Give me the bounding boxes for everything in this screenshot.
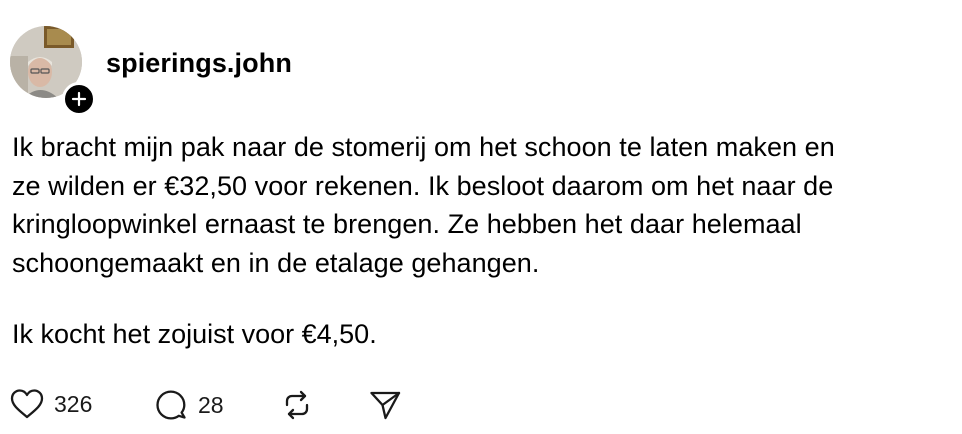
thread-post: spierings.john Ik bracht mijn pak naar d… (0, 0, 962, 434)
repost-icon (285, 390, 309, 420)
post-header: spierings.john (10, 24, 292, 116)
like-count: 326 (54, 390, 93, 417)
body-line: kringloopwinkel ernaast te brengen. Ze h… (12, 209, 802, 239)
post-body-second-paragraph: Ik kocht het zojuist voor €4,50. (12, 319, 377, 349)
avatar-container[interactable] (10, 26, 96, 116)
send-icon (370, 391, 401, 420)
repost-button[interactable] (280, 388, 314, 422)
like-button[interactable]: 326 (10, 388, 92, 420)
plus-icon (71, 91, 87, 107)
reply-button[interactable]: 28 (154, 388, 224, 422)
body-line: Ik bracht mijn pak naar de stomerij om h… (12, 132, 835, 162)
heart-icon (10, 389, 44, 419)
body-line: schoongemaakt en in de etalage gehangen. (12, 247, 540, 278)
follow-button[interactable] (62, 82, 96, 116)
body-line: ze wilden er €32,50 voor rekenen. Ik bes… (12, 170, 834, 201)
comment-icon (156, 390, 186, 420)
reply-count: 28 (198, 391, 224, 418)
post-body: Ik bracht mijn pak naar de stomerij om h… (12, 128, 952, 282)
share-button[interactable] (368, 388, 402, 422)
username[interactable]: spierings.john (106, 48, 292, 79)
